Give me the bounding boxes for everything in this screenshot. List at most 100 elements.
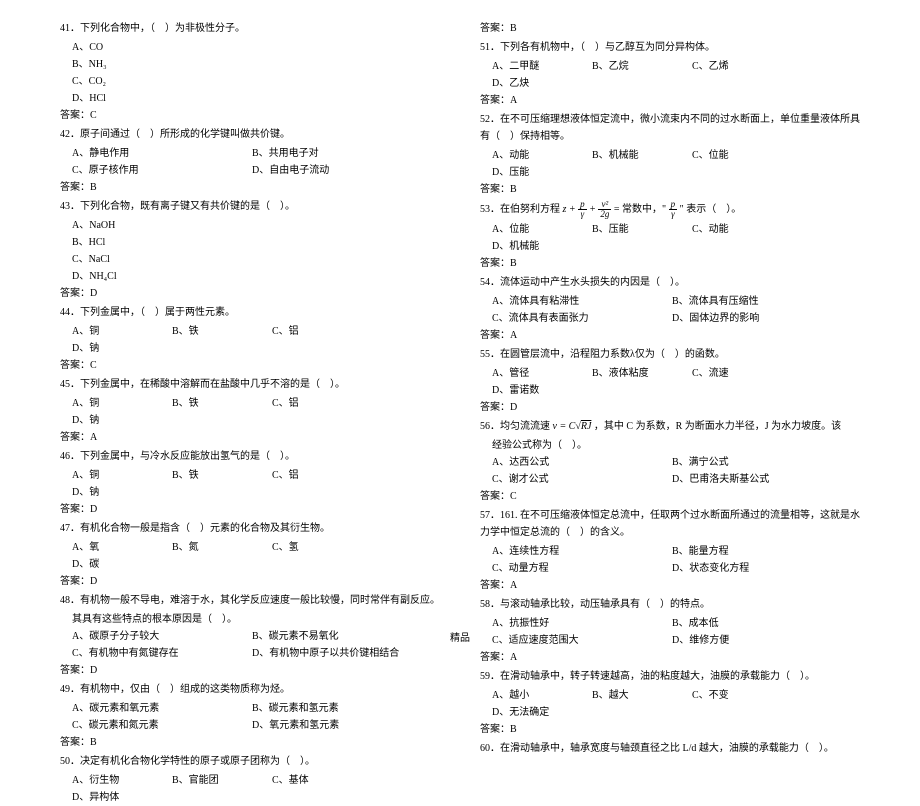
q44-opt-d: D、钠 xyxy=(72,340,162,357)
q42-opt-c: C、原子核作用 xyxy=(72,162,242,179)
q57-opt-b: B、能量方程 xyxy=(672,543,842,560)
q50-stem: 50．决定有机化合物化学特性的原子或原子团称为（ ）。 xyxy=(60,753,440,770)
q41-opt-b: B、NH₃ xyxy=(60,56,440,73)
q49-opt-a: A、碳元素和氧元素 xyxy=(72,700,242,717)
q56-opt-a: A、达西公式 xyxy=(492,454,662,471)
q51-answer: 答案：A xyxy=(480,92,860,109)
q57-options-2: C、动量方程 D、状态变化方程 xyxy=(480,560,860,577)
q54-options: A、流体具有粘滞性 B、流体具有压缩性 xyxy=(480,293,860,310)
q59-options: A、越小 B、越大 C、不变 D、无法确定 xyxy=(480,687,860,721)
q50-opt-b: B、官能团 xyxy=(172,772,262,789)
q43-answer: 答案：D xyxy=(60,285,440,302)
q51-opt-c: C、乙烯 xyxy=(692,58,782,75)
q49-opt-c: C、碳元素和氮元素 xyxy=(72,717,242,734)
q51-options: A、二甲醚 B、乙烷 C、乙烯 D、乙炔 xyxy=(480,58,860,92)
q43-stem: 43．下列化合物，既有离子键又有共价键的是（ ）。 xyxy=(60,198,440,215)
q42-opt-a: A、静电作用 xyxy=(72,145,242,162)
q47-opt-a: A、氧 xyxy=(72,539,162,556)
q57-options: A、连续性方程 B、能量方程 xyxy=(480,543,860,560)
q46-options: A、铜 B、铁 C、铝 D、钠 xyxy=(60,467,440,501)
right-column: 答案：B 51．下列各有机物中，（ ）与乙醇互为同分异构体。 A、二甲醚 B、乙… xyxy=(480,20,860,630)
q41-stem: 41．下列化合物中，（ ）为非极性分子。 xyxy=(60,20,440,37)
q52-options: A、动能 B、机械能 C、位能 D、压能 xyxy=(480,147,860,181)
q45-opt-a: A、铜 xyxy=(72,395,162,412)
q47-opt-b: B、氮 xyxy=(172,539,262,556)
q47-opt-d: D、碳 xyxy=(72,556,162,573)
q48-opt-b: B、碳元素不易氧化 xyxy=(252,628,422,645)
q56-pre: 56．均匀流流速 xyxy=(480,421,550,432)
q58-stem: 58．与滚动轴承比较，动压轴承具有（ ）的特点。 xyxy=(480,596,860,613)
q57-answer: 答案：A xyxy=(480,577,860,594)
q45-opt-c: C、铝 xyxy=(272,395,362,412)
q45-options: A、铜 B、铁 C、铝 D、钠 xyxy=(60,395,440,429)
q41-opt-d: D、HCl xyxy=(60,90,440,107)
q48-options: A、碳原子分子较大 B、碳元素不易氧化 xyxy=(60,628,440,645)
q53-mid: = 常数中，" xyxy=(614,204,666,215)
q53-opt-a: A、位能 xyxy=(492,221,582,238)
q56-opt-b: B、满宁公式 xyxy=(672,454,842,471)
q52-opt-b: B、机械能 xyxy=(592,147,682,164)
q42-stem: 42．原子间通过（ ）所形成的化学键叫做共价键。 xyxy=(60,126,440,143)
q49-stem: 49．有机物中，仅由（ ）组成的这类物质称为烃。 xyxy=(60,681,440,698)
q55-stem: 55．在圆管层流中，沿程阻力系数λ仅为（ ）的函数。 xyxy=(480,346,860,363)
q59-opt-d: D、无法确定 xyxy=(492,704,582,721)
q56-opt-d: D、巴甫洛夫斯基公式 xyxy=(672,471,842,488)
q59-opt-b: B、越大 xyxy=(592,687,682,704)
q46-opt-c: C、铝 xyxy=(272,467,362,484)
q44-stem: 44．下列金属中，（ ）属于两性元素。 xyxy=(60,304,440,321)
q49-answer: 答案：B xyxy=(60,734,440,751)
q52-opt-d: D、压能 xyxy=(492,164,582,181)
page-footer: 精品 xyxy=(450,629,470,644)
q50-opt-c: C、基体 xyxy=(272,772,362,789)
q57-stem: 57．161. 在不可压缩液体恒定总流中，任取两个过水断面所通过的流量相等，这就… xyxy=(480,507,860,541)
q52-answer: 答案：B xyxy=(480,181,860,198)
q42-answer: 答案：B xyxy=(60,179,440,196)
q44-opt-a: A、铜 xyxy=(72,323,162,340)
q52-opt-a: A、动能 xyxy=(492,147,582,164)
q49-options-2: C、碳元素和氮元素 D、氧元素和氢元素 xyxy=(60,717,440,734)
q55-opt-a: A、管径 xyxy=(492,365,582,382)
q58-opt-a: A、抗振性好 xyxy=(492,615,662,632)
q47-options: A、氧 B、氮 C、氢 D、碳 xyxy=(60,539,440,573)
q53-opt-b: B、压能 xyxy=(592,221,682,238)
q54-answer: 答案：A xyxy=(480,327,860,344)
q45-opt-d: D、钠 xyxy=(72,412,162,429)
q46-answer: 答案：D xyxy=(60,501,440,518)
q43-opt-d: D、NH₄Cl xyxy=(60,268,440,285)
q43-opt-c: C、NaCl xyxy=(60,251,440,268)
q53-options: A、位能 B、压能 C、动能 D、机械能 xyxy=(480,221,860,255)
q49-opt-b: B、碳元素和氢元素 xyxy=(252,700,422,717)
q45-answer: 答案：A xyxy=(60,429,440,446)
q54-opt-d: D、固体边界的影响 xyxy=(672,310,842,327)
q53-formula: z + pγ + v²2g xyxy=(563,204,614,215)
q41-answer: 答案：C xyxy=(60,107,440,124)
q55-opt-b: B、液体粘度 xyxy=(592,365,682,382)
q48-opt-c: C、有机物中有氮键存在 xyxy=(72,645,242,662)
q49-opt-d: D、氧元素和氢元素 xyxy=(252,717,422,734)
q44-opt-c: C、铝 xyxy=(272,323,362,340)
q42-opt-d: D、自由电子流动 xyxy=(252,162,422,179)
q44-answer: 答案：C xyxy=(60,357,440,374)
q54-opt-a: A、流体具有粘滞性 xyxy=(492,293,662,310)
q42-opt-b: B、共用电子对 xyxy=(252,145,422,162)
q48-stem: 48．有机物一般不导电，难溶于水，其化学反应速度一般比较慢，同时常伴有副反应。 xyxy=(60,592,440,609)
q54-opt-b: B、流体具有压缩性 xyxy=(672,293,842,310)
q50-answer: 答案：B xyxy=(480,20,860,37)
q55-answer: 答案：D xyxy=(480,399,860,416)
q58-opt-d: D、维修方便 xyxy=(672,632,842,649)
q57-opt-d: D、状态变化方程 xyxy=(672,560,842,577)
left-column: 41．下列化合物中，（ ）为非极性分子。 A、CO B、NH₃ C、CO₂ D、… xyxy=(60,20,440,630)
q50-opt-d: D、异构体 xyxy=(72,789,162,806)
q59-opt-a: A、越小 xyxy=(492,687,582,704)
q41-opt-a: A、CO xyxy=(60,39,440,56)
q59-answer: 答案：B xyxy=(480,721,860,738)
q46-stem: 46．下列金属中，与冷水反应能放出氢气的是（ ）。 xyxy=(60,448,440,465)
q56-answer: 答案：C xyxy=(480,488,860,505)
q58-options: A、抗振性好 B、成本低 xyxy=(480,615,860,632)
q41-opt-c: C、CO₂ xyxy=(60,73,440,90)
q59-opt-c: C、不变 xyxy=(692,687,782,704)
q58-opt-b: B、成本低 xyxy=(672,615,842,632)
page-columns: 41．下列化合物中，（ ）为非极性分子。 A、CO B、NH₃ C、CO₂ D、… xyxy=(60,20,860,630)
q44-options: A、铜 B、铁 C、铝 D、钠 xyxy=(60,323,440,357)
q46-opt-b: B、铁 xyxy=(172,467,262,484)
